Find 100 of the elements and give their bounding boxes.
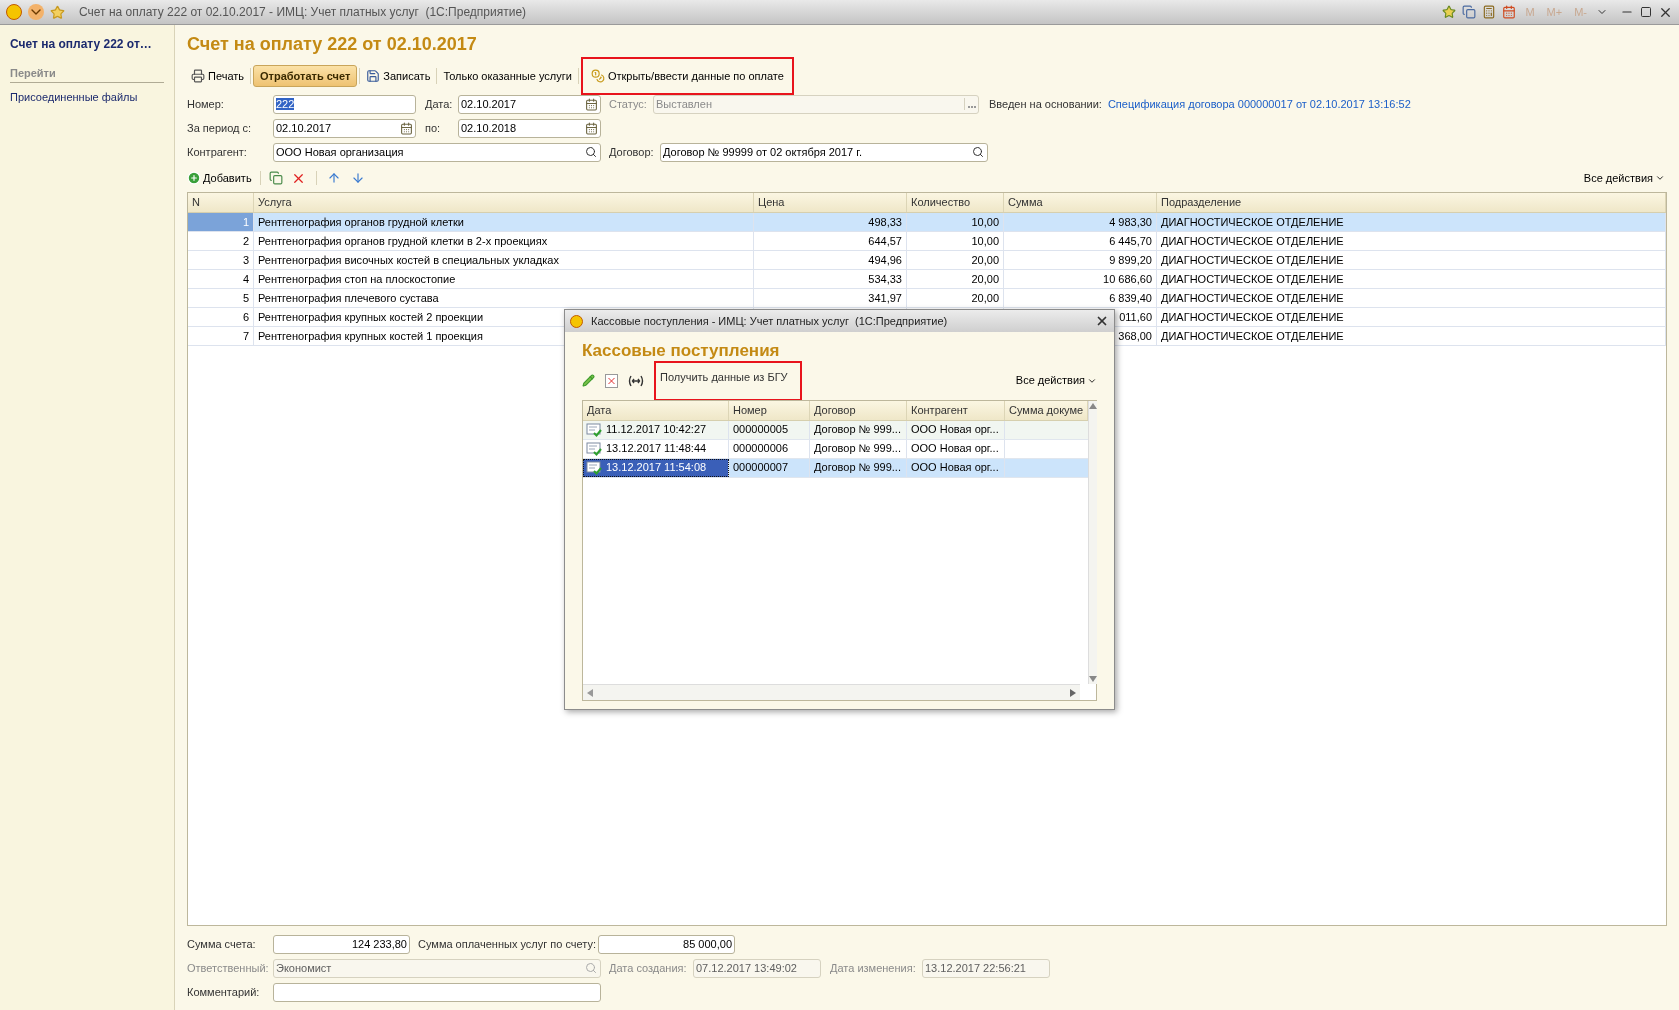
field-label: Статус: [609,96,648,112]
table-cell-text: Рентгенография височных костей в специальных укладках [258,252,559,268]
caret-icon [1655,173,1665,183]
table-cell-text: ДИАГНОСТИЧЕСКОЕ ОТДЕЛЕНИЕ [1161,271,1344,287]
text-field[interactable]: 02.10.2017 [273,118,416,138]
scroll-down-icon[interactable] [1089,676,1098,682]
move-down-icon[interactable] [350,171,365,185]
text-field[interactable]: 02.10.2018 [458,118,601,138]
process-button[interactable]: Отработать счет [253,65,358,87]
text-field[interactable]: 124 233,80 [273,934,410,954]
search-icon[interactable] [585,146,597,158]
text-field[interactable] [273,982,601,1002]
column-header[interactable]: Услуга [254,193,754,212]
table-row[interactable]: 4 Рентгенография стоп на плоскостопие 534,33 20,00 10 686,60 ДИАГНОСТИЧЕСКОЕ ОТДЕЛЕНИЕ [188,270,1666,289]
all-actions-button[interactable]: Все действия [1015,372,1097,389]
menu-icon[interactable] [28,4,44,20]
column-header[interactable]: Номер [729,400,810,420]
delete-icon[interactable] [605,373,618,388]
text-field[interactable]: ООО Новая организация [273,142,601,162]
favorites-icon[interactable] [50,4,65,20]
section-heading: Перейти [10,65,164,83]
field-label: Контрагент: [187,144,248,160]
table-cell-text: 20,00 [971,271,999,287]
text-field[interactable]: 85 000,00 [598,934,735,954]
document-check-icon [586,441,602,456]
table-cell-text: 10 686,60 [1103,271,1152,287]
table-row[interactable]: 1 Рентгенография органов грудной клетки 498,33 10,00 4 983,30 ДИАГНОСТИЧЕСКОЕ ОТДЕЛЕНИЕ [188,213,1666,232]
horizontal-scrollbar[interactable] [583,684,1080,700]
field-label: Дата создания: [609,960,688,976]
calendar-icon[interactable] [585,97,598,111]
field-label: Дата изменения: [830,960,917,976]
calendar-icon[interactable] [585,121,598,135]
toolbar-button[interactable]: Печать [187,65,249,87]
table-cell-text: 10,00 [971,214,999,230]
table-row[interactable]: 5 Рентгенография плечевого сустава 341,97 20,00 6 839,40 ДИАГНОСТИЧЕСКОЕ ОТДЕЛЕНИЕ [188,289,1666,308]
calculator-icon[interactable] [1482,5,1497,19]
field-label: Сумма счета: [187,936,257,952]
copy-icon[interactable] [268,171,283,185]
vertical-scrollbar[interactable] [1088,400,1098,684]
add-button[interactable]: Добавить [187,169,252,187]
table-cell-text: 000000005 [733,422,789,438]
column-header[interactable]: N [188,193,254,212]
field-label: Комментарий: [187,984,261,1000]
table-cell-text: 368,00 [1118,328,1152,344]
close-icon[interactable] [1095,314,1109,328]
column-header[interactable]: Подразделение [1157,193,1666,212]
search-icon[interactable] [972,146,984,158]
basis-link[interactable]: Спецификация договора 000000017 от 02.10.2017 13:16:52 [1107,95,1411,113]
all-actions-button[interactable]: Все действия [1583,169,1665,187]
star-icon[interactable] [1442,5,1457,19]
scroll-right-icon[interactable] [1070,688,1076,697]
calendar-icon[interactable] [1502,5,1517,19]
table-cell-text: 498,33 [868,214,902,230]
table-cell-text: 6 445,70 [1109,233,1152,249]
column-header[interactable]: Дата [583,400,729,420]
printer-icon [191,69,205,83]
table-cell-text: Рентгенография органов грудной клетки в 2-х проекциях [258,233,548,249]
get-data-button[interactable]: Получить данные из БГУ [660,369,788,386]
scroll-up-icon[interactable] [1089,402,1098,409]
column-header[interactable]: Количество [907,193,1004,212]
table-cell-text: 1 [242,214,249,230]
column-header[interactable]: Договор [810,400,907,420]
table-cell-text: 494,96 [868,252,902,268]
calendar-icon[interactable] [400,121,413,135]
field-label: Номер: [187,96,225,112]
table-cell-text: 4 983,30 [1109,214,1152,230]
restore-icon[interactable] [1640,6,1652,18]
table-cell-text: 011,60 [1119,309,1152,325]
table-cell-text: Договор № 999... [814,441,901,457]
pencil-icon[interactable] [582,374,595,387]
column-header[interactable]: Контрагент [907,400,1005,420]
field-label: Договор: [609,144,655,160]
text-field[interactable]: 222 [273,94,416,114]
move-up-icon[interactable] [326,171,341,185]
field-label: по: [425,120,442,136]
sidebar-link[interactable]: Присоединенные файлы [10,88,164,105]
table-cell-text: ДИАГНОСТИЧЕСКОЕ ОТДЕЛЕНИЕ [1161,252,1344,268]
link-icon[interactable] [628,374,644,387]
dialog-title: Кассовые поступления - ИМЦ: Учет платных услуг (1С:Предприятие) [591,313,949,329]
text-field[interactable]: 02.10.2017 [458,94,601,114]
column-header[interactable]: Цена [754,193,907,212]
table-cell-text: Договор № 999... [814,460,901,476]
logo-icon[interactable] [6,4,22,20]
table-cell-text: 20,00 [971,252,999,268]
table-cell-text: 341,97 [868,290,902,306]
scroll-left-icon[interactable] [587,688,593,697]
column-header[interactable]: Сумма [1004,193,1157,212]
table-row[interactable]: 3 Рентгенография височных костей в специальных укладках 494,96 20,00 9 899,20 ДИАГНОСТИЧЕСКОЕ ОТДЕЛЕНИЕ [188,251,1666,270]
table-cell-text: 6 [242,309,249,325]
table-cell-text: 11.12.2017 10:42:27 [606,422,707,438]
table-row[interactable]: 2 Рентгенография органов грудной клетки в 2-х проекциях 644,57 10,00 6 445,70 ДИАГНОСТИЧЕСКОЕ ОТДЕЛЕНИЕ [188,232,1666,251]
toolbar-button[interactable]: Записать [362,65,435,87]
table-cell-text: ДИАГНОСТИЧЕСКОЕ ОТДЕЛЕНИЕ [1161,214,1344,230]
table-cell-text: 3 [242,252,249,268]
toolbar-button[interactable]: Только оказанные услуги [439,65,576,87]
form-heading: Счет на оплату 222 от 02.10.2017 [187,33,478,56]
toolbar-button[interactable]: Открыть/ввести данные по оплате [586,65,788,87]
table-cell-text: Рентгенография органов грудной клетки [258,214,464,230]
text-field[interactable]: Договор № 99999 от 02 октября 2017 г. [660,142,988,162]
field-label: Введен на основании: [989,96,1102,112]
